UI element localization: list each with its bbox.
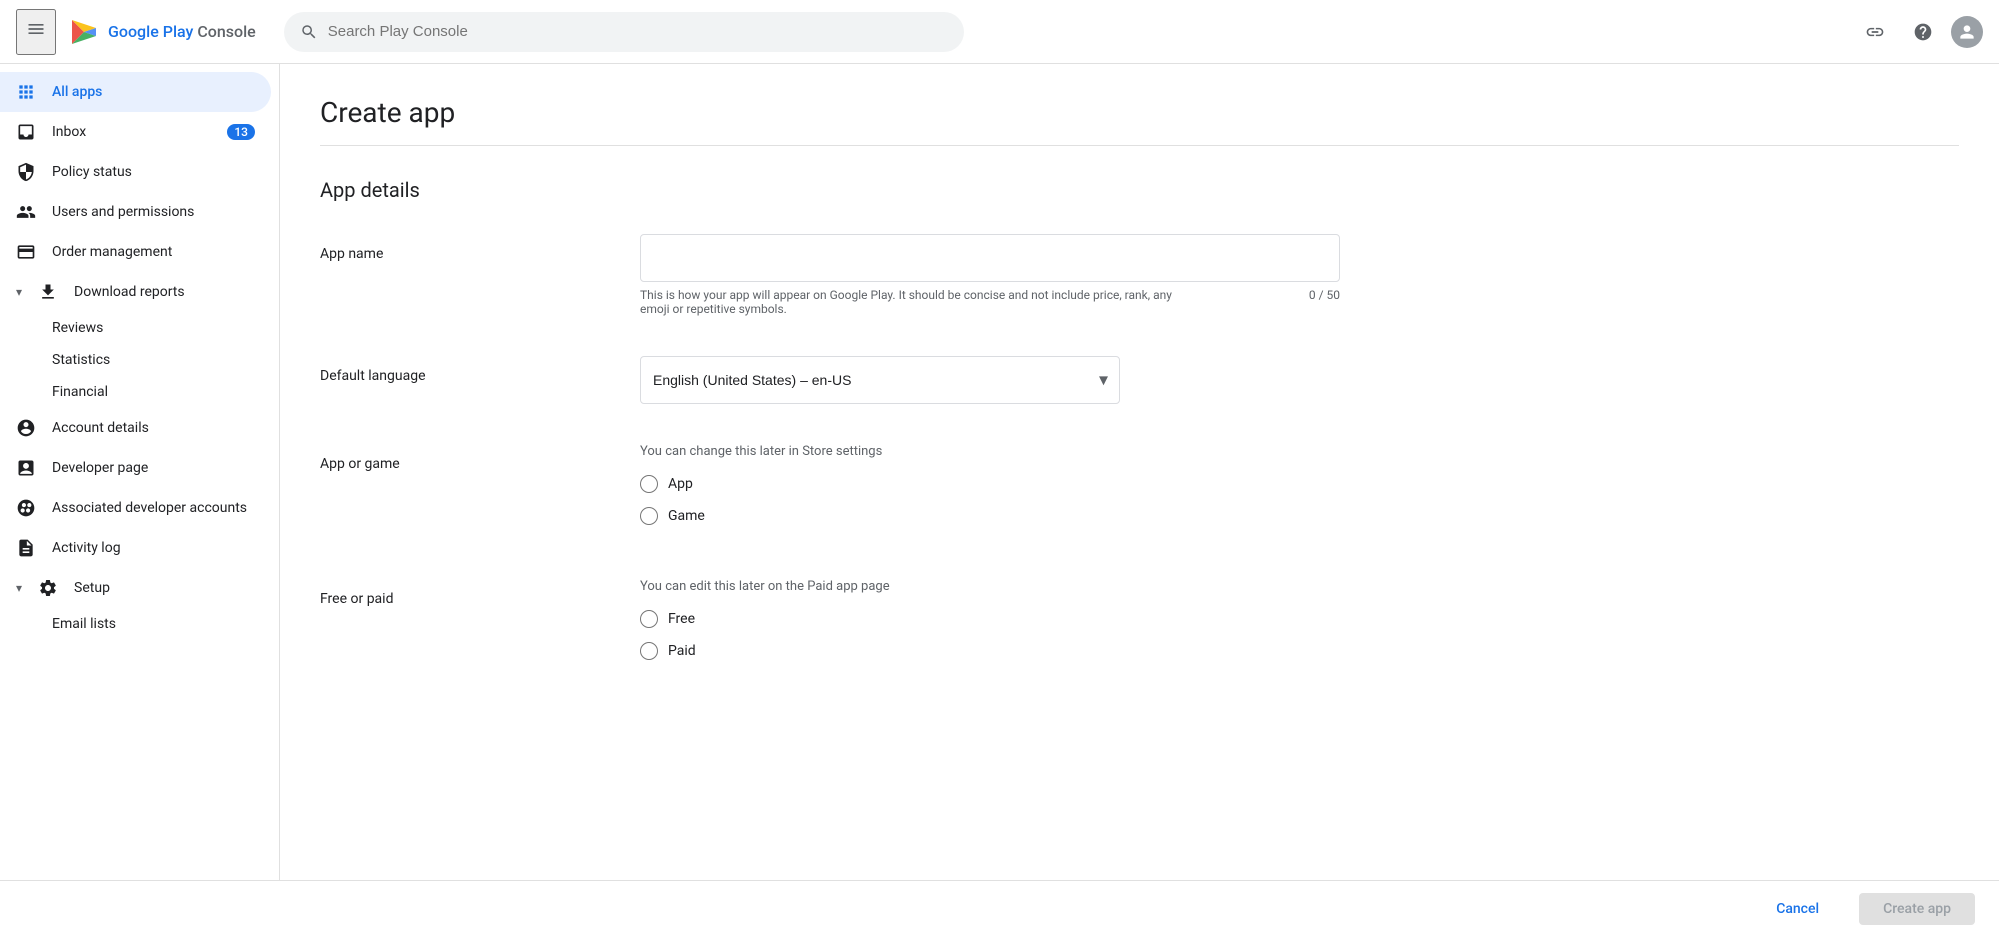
account-details-label: Account details [52,420,149,436]
download-reports-label: Download reports [74,284,185,300]
language-select-wrapper: English (United States) – en-US ▾ [640,356,1120,404]
sidebar-item-users-permissions[interactable]: Users and permissions [0,192,271,232]
link-button[interactable] [1855,12,1895,52]
inbox-icon [16,122,36,142]
radio-free-option[interactable]: Free [640,610,1340,628]
activity-log-label: Activity log [52,540,121,556]
sidebar-item-policy-status[interactable]: Policy status [0,152,271,192]
app-name-row: App name This is how your app will appea… [320,234,1959,316]
sidebar-item-download-reports[interactable]: ▾ Download reports [0,272,271,312]
app-name-help-row: This is how your app will appear on Goog… [640,288,1340,316]
radio-app-input[interactable] [640,475,658,493]
header: Google Play Console [0,0,1999,64]
avatar[interactable] [1951,16,1983,48]
default-language-row: Default language English (United States)… [320,356,1959,404]
radio-game-option[interactable]: Game [640,507,1340,525]
main-content: Create app App details App name This is … [280,64,1999,880]
sidebar-item-all-apps[interactable]: All apps [0,72,271,112]
default-language-field: English (United States) – en-US ▾ [640,356,1340,404]
radio-free-label: Free [668,611,695,627]
shield-icon [16,162,36,182]
app-or-game-label: App or game [320,444,600,472]
sidebar-item-developer-page[interactable]: Developer page [0,448,271,488]
search-icon [300,23,318,41]
sidebar-item-inbox[interactable]: Inbox 13 [0,112,271,152]
cancel-button[interactable]: Cancel [1752,893,1843,925]
radio-game-label: Game [668,508,705,524]
sidebar-item-reviews[interactable]: Reviews [0,312,279,344]
radio-app-label: App [668,476,693,492]
radio-game-input[interactable] [640,507,658,525]
order-management-label: Order management [52,244,172,260]
sidebar-item-setup[interactable]: ▾ Setup [0,568,271,608]
create-app-button[interactable]: Create app [1859,893,1975,925]
people-icon [16,202,36,222]
section-title: App details [320,178,1959,202]
logo[interactable]: Google Play Console [68,16,256,48]
page-title: Create app [320,96,1959,129]
app-or-game-row: App or game You can change this later in… [320,444,1959,539]
free-or-paid-field: You can edit this later on the Paid app … [640,579,1340,674]
app-or-game-sublabel: You can change this later in Store setti… [640,444,1340,459]
expand-icon-setup: ▾ [16,581,22,595]
radio-paid-input[interactable] [640,642,658,660]
sidebar-item-activity-log[interactable]: Activity log [0,528,271,568]
default-language-label: Default language [320,356,600,384]
search-input[interactable] [328,23,948,40]
search-bar[interactable] [284,12,964,52]
help-button[interactable] [1903,12,1943,52]
inbox-label: Inbox [52,124,86,140]
app-name-input[interactable] [640,234,1340,282]
sidebar-item-account-details[interactable]: Account details [0,408,271,448]
sidebar-item-email-lists[interactable]: Email lists [0,608,279,640]
expand-icon: ▾ [16,285,22,299]
developer-page-label: Developer page [52,460,148,476]
free-or-paid-sublabel: You can edit this later on the Paid app … [640,579,1340,594]
free-or-paid-label: Free or paid [320,579,600,607]
logo-text: Google Play Console [108,22,256,41]
sidebar: All apps Inbox 13 Policy status Users an… [0,64,280,880]
radio-paid-option[interactable]: Paid [640,642,1340,660]
app-or-game-field: You can change this later in Store setti… [640,444,1340,539]
setup-label: Setup [74,580,110,596]
app-name-label: App name [320,234,600,262]
download-icon [38,282,58,302]
users-permissions-label: Users and permissions [52,204,194,220]
grid-icon [16,82,36,102]
app-name-field: This is how your app will appear on Goog… [640,234,1340,316]
menu-button[interactable] [16,9,56,55]
layout: All apps Inbox 13 Policy status Users an… [0,64,1999,880]
app-name-count: 0 / 50 [1309,288,1340,316]
radio-paid-label: Paid [668,643,696,659]
developer-icon [16,458,36,478]
link-accounts-icon [16,498,36,518]
footer: Cancel Create app [0,880,1999,937]
free-or-paid-row: Free or paid You can edit this later on … [320,579,1959,674]
setup-gear-icon [38,578,58,598]
credit-card-icon [16,242,36,262]
all-apps-label: All apps [52,84,102,100]
account-icon [16,418,36,438]
radio-free-input[interactable] [640,610,658,628]
sidebar-item-financial[interactable]: Financial [0,376,279,408]
sidebar-item-associated-accounts[interactable]: Associated developer accounts [0,488,271,528]
policy-status-label: Policy status [52,164,132,180]
associated-accounts-label: Associated developer accounts [52,500,247,516]
activity-log-icon [16,538,36,558]
sidebar-item-statistics[interactable]: Statistics [0,344,279,376]
sidebar-item-order-management[interactable]: Order management [0,232,271,272]
app-name-help-text: This is how your app will appear on Goog… [640,288,1200,316]
inbox-badge: 13 [227,124,255,140]
header-actions [1855,12,1983,52]
radio-app-option[interactable]: App [640,475,1340,493]
language-select[interactable]: English (United States) – en-US [640,356,1120,404]
divider [320,145,1959,146]
